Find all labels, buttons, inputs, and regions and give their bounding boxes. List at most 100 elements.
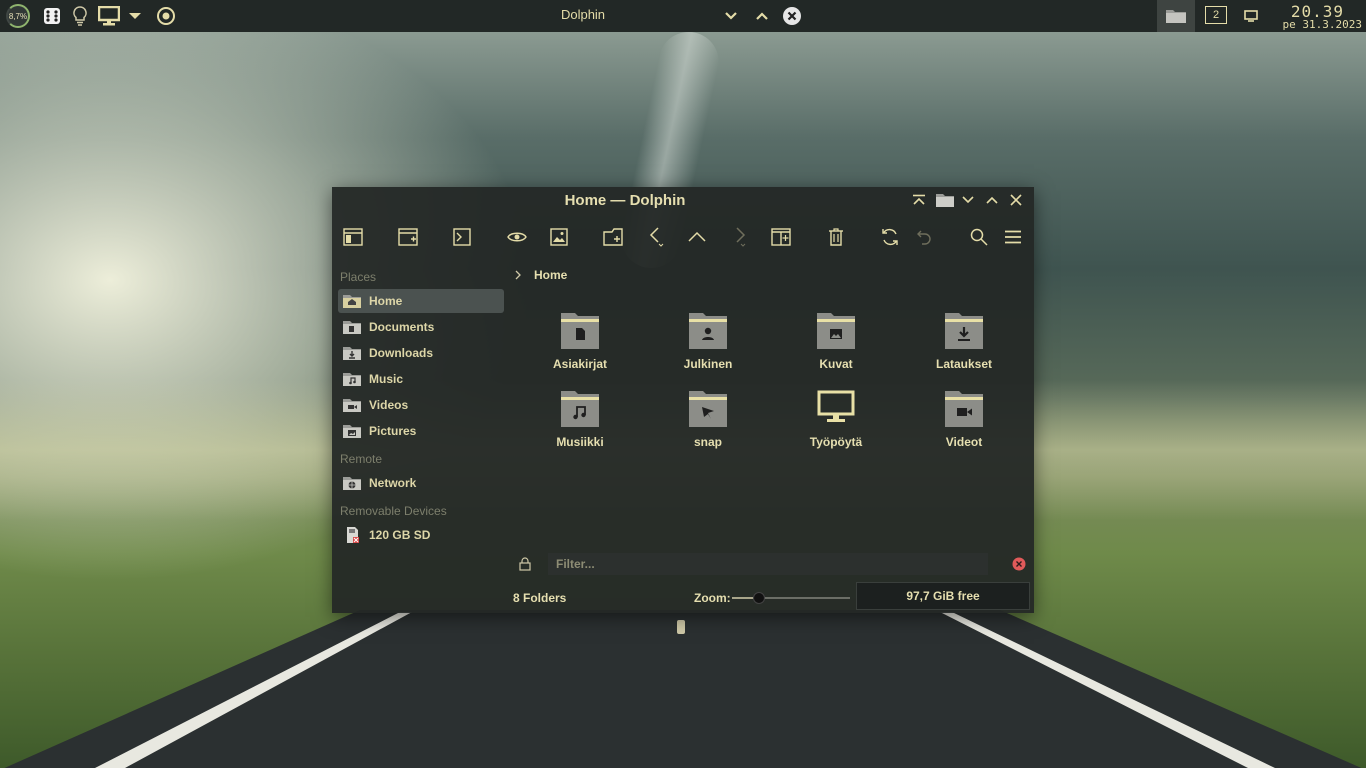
sidebar-item-label: Downloads [369, 346, 434, 360]
zoom-label: Zoom: [694, 591, 731, 605]
chevron-down-icon[interactable] [126, 4, 144, 28]
cpu-load-value: 8,7% [6, 4, 30, 28]
file-item[interactable]: Musiikki [530, 387, 630, 457]
desktop-monitor-icon [817, 390, 855, 422]
maximize-icon[interactable] [983, 191, 1001, 209]
file-name: Julkinen [683, 357, 733, 371]
file-name: Työpöytä [809, 435, 863, 449]
new-tab-icon[interactable] [601, 225, 625, 249]
file-name: Videot [945, 435, 983, 449]
hamburger-menu-icon[interactable] [1001, 225, 1025, 249]
file-item[interactable]: Julkinen [658, 309, 758, 379]
places-section-title: Places [340, 270, 377, 284]
file-name: Lataukset [935, 357, 993, 371]
minimize-icon[interactable] [959, 191, 977, 209]
file-view[interactable]: Asiakirjat Julkinen Kuvat Lataukset Musi… [516, 305, 1026, 475]
close-icon[interactable] [1007, 191, 1025, 209]
folder-snap-icon [689, 391, 727, 427]
image-preview-icon[interactable] [547, 225, 571, 249]
close-circle-icon[interactable] [781, 4, 803, 28]
virtual-desktop-pager[interactable]: 2 [1205, 6, 1227, 24]
downloads-icon [342, 344, 362, 362]
file-item[interactable]: Työpöytä [786, 387, 886, 457]
sidebar-item-sd-card[interactable]: 120 GB SD [338, 523, 504, 547]
zoom-slider[interactable] [732, 592, 850, 604]
file-item[interactable]: Videot [914, 387, 1014, 457]
top-panel: 8,7% Dolphin 2 20.39 pe 31.3.2023 [0, 0, 1366, 32]
toggle-places-icon[interactable] [341, 225, 365, 249]
places-panel: Places Home Documents Downloads Music Vi… [336, 267, 506, 567]
sidebar-item-downloads[interactable]: Downloads [338, 341, 504, 365]
main-toolbar [332, 217, 1034, 257]
app-folder-icon[interactable] [934, 191, 956, 209]
chevron-right-icon[interactable] [512, 269, 524, 281]
active-window-title: Dolphin [560, 7, 606, 22]
music-icon [342, 370, 362, 388]
folder-pictures-icon [817, 313, 855, 349]
file-name: Musiikki [556, 435, 604, 449]
videos-icon [342, 396, 362, 414]
file-name: snap [693, 435, 722, 449]
sidebar-item-label: 120 GB SD [369, 528, 431, 542]
breadcrumb-current[interactable]: Home [534, 268, 567, 282]
folder-music-icon [561, 391, 599, 427]
sidebar-item-label: Videos [369, 398, 409, 412]
record-icon[interactable] [154, 4, 178, 28]
preview-eye-icon[interactable] [505, 225, 529, 249]
folder-public-icon [689, 313, 727, 349]
filter-input[interactable] [548, 553, 988, 575]
home-icon [342, 292, 362, 310]
sidebar-item-home[interactable]: Home [338, 289, 504, 313]
sidebar-item-label: Music [369, 372, 404, 386]
sidebar-item-label: Documents [369, 320, 435, 334]
terminal-icon[interactable] [450, 225, 474, 249]
folder-videos-icon [945, 391, 983, 427]
new-window-icon[interactable] [396, 225, 420, 249]
cpu-load-widget[interactable]: 8,7% [4, 4, 32, 28]
trash-icon[interactable] [824, 225, 848, 249]
network-icon [342, 474, 362, 492]
sidebar-item-label: Home [369, 294, 403, 308]
documents-icon [342, 318, 362, 336]
folder-downloads-icon [945, 313, 983, 349]
forward-arrow-icon[interactable] [727, 225, 751, 249]
remote-section-title: Remote [340, 452, 383, 466]
dice-icon[interactable] [40, 4, 64, 28]
sd-card-icon [342, 526, 362, 544]
sidebar-item-network[interactable]: Network [338, 471, 504, 495]
file-item[interactable]: Asiakirjat [530, 309, 630, 379]
filter-bar [512, 553, 1026, 575]
split-view-icon[interactable] [769, 225, 793, 249]
maximize-chevron-icon[interactable] [752, 4, 772, 28]
up-arrow-icon[interactable] [685, 225, 709, 249]
status-bar: 8 Folders Zoom: 97,7 GiB free [332, 582, 1034, 613]
taskbar-dolphin-entry[interactable] [1157, 0, 1195, 32]
keep-above-icon[interactable] [910, 191, 928, 209]
file-item[interactable]: Kuvat [786, 309, 886, 379]
folder-documents-icon [561, 313, 599, 349]
back-arrow-icon[interactable] [645, 225, 669, 249]
reload-icon[interactable] [878, 225, 902, 249]
sidebar-item-music[interactable]: Music [338, 367, 504, 391]
free-space-indicator[interactable]: 97,7 GiB free [856, 582, 1030, 610]
file-item[interactable]: snap [658, 387, 758, 457]
lock-icon[interactable] [518, 557, 532, 571]
sidebar-item-documents[interactable]: Documents [338, 315, 504, 339]
clear-filter-icon[interactable] [1012, 557, 1026, 571]
file-name: Asiakirjat [552, 357, 608, 371]
clock-date: pe 31.3.2023 [1282, 18, 1362, 31]
search-icon[interactable] [967, 225, 991, 249]
zoom-slider-handle[interactable] [753, 592, 765, 604]
file-item[interactable]: Lataukset [914, 309, 1014, 379]
undo-icon[interactable] [912, 225, 936, 249]
sidebar-item-label: Network [369, 476, 417, 490]
sidebar-item-videos[interactable]: Videos [338, 393, 504, 417]
lightbulb-icon[interactable] [70, 4, 90, 28]
display-icon[interactable] [97, 4, 121, 28]
folder-count: 8 Folders [513, 591, 567, 605]
minimize-chevron-icon[interactable] [721, 4, 741, 28]
sidebar-item-pictures[interactable]: Pictures [338, 419, 504, 443]
breadcrumb[interactable]: Home [512, 267, 567, 283]
window-titlebar[interactable]: Home — Dolphin [332, 187, 1034, 213]
show-desktop-icon[interactable] [1242, 4, 1260, 28]
